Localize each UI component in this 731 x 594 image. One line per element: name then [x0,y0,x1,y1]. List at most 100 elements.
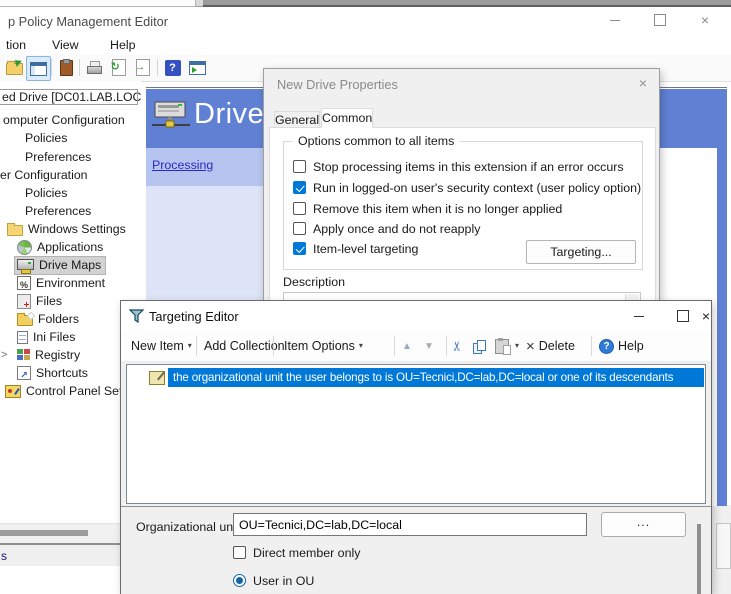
options-group-label: Options common to all items [293,134,459,148]
tree-item-policies[interactable]: Policies [0,184,141,202]
targeting-item-text[interactable]: the organizational unit the user belongs… [168,368,704,387]
help-button[interactable]: ?Help [599,331,644,361]
item-options-button[interactable]: Item Options▾ [284,331,363,361]
refresh-button[interactable]: ↻ [107,56,130,79]
checkbox-unchecked[interactable] [293,222,306,235]
targeting-item-list[interactable]: the organizational unit the user belongs… [126,364,706,504]
close-icon: × [702,308,710,324]
option-remove-when-not-applied[interactable]: Remove this item when it is no longer ap… [293,201,562,216]
checkbox-unchecked[interactable] [293,202,306,215]
option-stop-processing[interactable]: Stop processing items in this extension … [293,159,624,174]
open-folder-back-button[interactable] [3,56,26,79]
radio-selected[interactable] [233,574,246,587]
new-window-icon [189,61,206,75]
chevron-down-icon: ▾ [359,342,363,350]
user-in-ou-option[interactable]: User in OU [233,573,314,588]
direct-member-only-option[interactable]: Direct member only [233,545,360,560]
tab-general[interactable]: General [274,111,320,128]
chevron-down-icon: ▾ [515,342,519,350]
tree-item-applications[interactable]: Applications [0,238,141,256]
toolbar-separator [79,59,80,76]
organizational-unit-label: Organizational unit [136,520,239,534]
close-icon: × [701,12,709,28]
background-window-edge [0,0,731,7]
copy-icon [472,339,487,354]
folders-icon [17,315,33,326]
refresh-icon: ↻ [112,59,126,76]
te-titlebar: Targeting Editor × [121,301,711,331]
new-window-button[interactable] [186,56,209,79]
down-arrow-icon: ▼ [424,341,434,352]
tree-item-user-configuration[interactable]: er Configuration [0,166,141,184]
targeting-button[interactable]: Targeting... [526,240,636,264]
delete-x-icon: × [526,339,535,354]
scrollbar-thumb[interactable] [0,530,88,536]
ini-files-icon [17,331,28,344]
toolbar-separator [196,336,197,356]
tab-common[interactable]: Common [321,108,373,128]
cut-button[interactable]: ✂ [452,331,463,361]
paste-dropdown[interactable]: ▾ [515,331,519,361]
move-down-button[interactable]: ▼ [424,331,434,361]
control-panel-icon [5,385,21,398]
paste-button[interactable] [495,331,509,361]
delete-button[interactable]: ×Delete [526,331,575,361]
maximize-icon [654,14,666,26]
toolbar-separator [51,59,52,76]
files-icon [17,294,31,309]
copy-button[interactable] [472,331,487,361]
tree-item-computer-configuration[interactable]: omputer Configuration [0,111,141,129]
help-button[interactable]: ? [161,56,184,79]
organizational-unit-input[interactable] [233,513,587,536]
toolbar-separator [273,336,274,356]
menu-view[interactable]: View [46,36,85,55]
close-icon: × [639,75,647,91]
tree-item-preferences[interactable]: Preferences [0,148,141,166]
description-label: Description [283,275,345,289]
option-apply-once[interactable]: Apply once and do not reapply [293,221,480,236]
checkbox-checked[interactable] [293,181,306,194]
tree-item-preferences[interactable]: Preferences [0,202,141,220]
help-icon: ? [165,60,181,76]
option-item-level-targeting[interactable]: Item-level targeting [293,241,418,256]
folder-back-icon [6,63,23,75]
maximize-button[interactable] [647,9,673,31]
targeting-item-row[interactable]: the organizational unit the user belongs… [127,368,705,387]
folder-icon [7,225,23,236]
tree-item-root[interactable]: ed Drive [DC01.LAB.LOCA [0,88,141,106]
export-list-button[interactable]: → [131,56,154,79]
console-tree-toggle-button[interactable] [26,56,51,81]
checkbox-unchecked[interactable] [233,546,246,559]
te-window-title: Targeting Editor [149,309,239,324]
minimize-button[interactable] [626,305,652,327]
panel-scrollbar-thumb[interactable] [697,524,701,594]
close-button[interactable]: × [693,305,719,327]
menu-help[interactable]: Help [104,36,141,55]
export-list-icon: → [136,59,150,76]
checkbox-unchecked[interactable] [293,160,306,173]
maximize-icon [677,310,689,322]
chevron-right-icon[interactable]: > [1,346,10,364]
background-window-edge-gap [196,0,203,7]
status-text: s [1,549,7,563]
clipboard-button[interactable] [55,56,78,79]
browse-button[interactable]: ... [601,512,686,537]
option-run-in-user-context[interactable]: Run in logged-on user's security context… [293,180,641,195]
close-button[interactable]: × [631,73,655,93]
tree-item-windows-settings[interactable]: Windows Settings [0,220,141,238]
print-button[interactable] [83,56,106,79]
toolbar-separator [446,336,447,356]
processing-link[interactable]: Processing [152,158,213,172]
printer-icon [87,61,102,74]
move-up-button[interactable]: ▲ [402,331,412,361]
tree-item-policies[interactable]: Policies [0,129,141,147]
checkbox-checked[interactable] [293,242,306,255]
minimize-icon [610,20,620,21]
close-button[interactable]: × [692,9,718,31]
tree-item-drive-maps[interactable]: Drive Maps [0,256,141,274]
scrollbar-artifact [716,523,731,569]
tree-item-environment[interactable]: %Environment [0,274,141,292]
minimize-button[interactable] [602,9,628,31]
menu-action[interactable]: tion [0,36,32,55]
new-item-button[interactable]: New Item▾ [131,331,192,361]
